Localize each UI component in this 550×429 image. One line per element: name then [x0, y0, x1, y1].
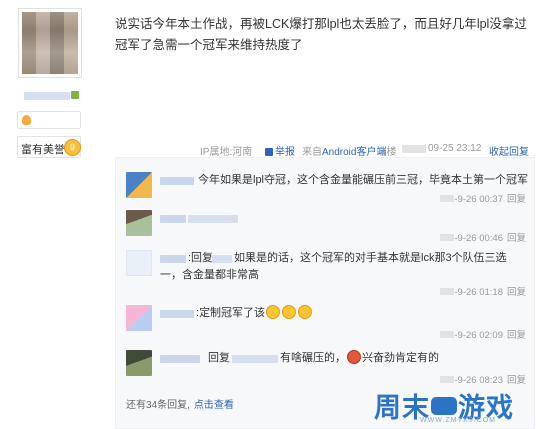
level-icon	[71, 91, 79, 99]
author-avatar[interactable]	[18, 8, 82, 78]
reply-year-redacted	[440, 195, 455, 202]
reply-button[interactable]: 回复	[507, 287, 526, 298]
fan-badge[interactable]	[17, 111, 81, 129]
reply-username[interactable]	[160, 255, 186, 263]
reply-time: -9-26 00:46	[454, 233, 503, 244]
author-column: 富有美誉 9	[0, 0, 100, 429]
watermark-url: WWW.ZMYX9.COM	[420, 417, 496, 424]
reply-username[interactable]	[160, 177, 194, 185]
reply-button[interactable]: 回复	[507, 330, 526, 341]
reply-button[interactable]: 回复	[507, 233, 526, 244]
post-content: 说实话今年本土作战，再被LCK爆打那lpl也太丢脸了，而且好几年lpl没拿过冠军…	[115, 17, 527, 52]
more-replies: 还有34条回复, 点击查看	[126, 396, 234, 411]
reply-item: :定制冠军了该 -9-26 02:09 回复	[126, 305, 526, 343]
reply-text: 有啥碾压的，	[280, 352, 346, 364]
reply-button[interactable]: 回复	[507, 194, 526, 205]
reply-button[interactable]: 回复	[507, 375, 526, 386]
reply-meta: -9-26 00:37 回复	[440, 191, 526, 205]
emoji-icon	[347, 350, 361, 364]
reply-username[interactable]	[160, 355, 200, 363]
reply-item: 回复 有啥碾压的， 兴奋劲肯定有的 -9-26 08:23 回复	[126, 350, 526, 390]
reply-avatar[interactable]	[126, 172, 152, 198]
reply-item: :回复 如果是的话，这个冠军的对手基本就是lck那3个队伍三选 一，含金量都非常…	[126, 250, 526, 298]
reply-text: 如果是的话，这个冠军的对手基本就是lck那3个队伍三选	[234, 252, 507, 264]
emoji-icon	[298, 305, 313, 319]
reply-text: 定制冠军了该	[199, 307, 266, 319]
emoji-icon	[266, 305, 281, 319]
reply-prefix: 回复	[208, 352, 230, 364]
report-icon	[265, 148, 273, 156]
post-year-redacted	[402, 145, 426, 153]
floor-number: 4楼	[381, 147, 397, 158]
site-watermark: 周末 游戏 WWW.ZMYX9.COM	[370, 386, 540, 426]
collapse-replies-button[interactable]: 收起回复	[489, 143, 529, 158]
reply-item: 今年如果是lpl夺冠，这个含金量能碾压前三冠，毕竟本土第一个冠军 -9-26 0…	[126, 172, 529, 210]
post-meta-bar: IP属地:河南 举报 来自Android客户端 4楼 09-25 23:12 收…	[200, 143, 540, 158]
more-replies-count: 还有34条回复,	[126, 400, 190, 411]
view-more-link[interactable]: 点击查看	[194, 400, 234, 411]
reply-target-redacted	[212, 255, 232, 263]
reply-avatar[interactable]	[126, 305, 152, 331]
reply-year-redacted	[440, 376, 455, 383]
honor-badge[interactable]: 富有美誉 9	[17, 136, 81, 158]
reply-avatar[interactable]	[126, 250, 152, 276]
honor-medal-icon: 9	[64, 139, 81, 156]
reply-prefix: :回复	[188, 252, 214, 264]
reply-text-line: 有啥碾压的， 兴奋劲肯定有的	[280, 350, 439, 367]
reply-time: -9-26 00:37	[454, 194, 503, 205]
reply-meta: -9-26 02:09 回复	[440, 327, 526, 341]
reply-meta: -9-26 00:46 回复	[440, 230, 526, 244]
reply-username[interactable]	[160, 310, 194, 318]
reply-text-continued: 兴奋劲肯定有的	[362, 352, 439, 364]
reply-time: -9-26 08:23	[454, 375, 503, 386]
reply-year-redacted	[440, 234, 455, 241]
reply-meta: -9-26 01:18 回复	[440, 284, 526, 298]
reply-username[interactable]	[160, 215, 186, 223]
reply-avatar[interactable]	[126, 350, 152, 376]
author-name[interactable]	[24, 92, 70, 100]
reply-avatar[interactable]	[126, 210, 152, 236]
reply-item: -9-26 00:46 回复	[126, 210, 526, 248]
post-source: 来自Android客户端	[302, 147, 387, 158]
reply-target-redacted	[232, 355, 278, 363]
reply-time: -9-26 02:09	[454, 330, 503, 341]
reply-year-redacted	[440, 288, 455, 295]
gamepad-icon	[431, 397, 457, 415]
post-time: 09-25 23:12	[428, 143, 482, 154]
honor-badge-label: 富有美誉	[21, 144, 65, 156]
reply-meta: -9-26 08:23 回复	[440, 372, 526, 386]
report-link[interactable]: 举报	[265, 143, 295, 158]
ip-location: IP属地:河南	[200, 147, 253, 158]
reply-text-continued: 一，含金量都非常高	[160, 269, 259, 281]
reply-time: -9-26 01:18	[454, 287, 503, 298]
reply-text-line: :定制冠军了该	[196, 305, 313, 322]
reply-year-redacted	[440, 331, 455, 338]
fan-badge-icon	[22, 115, 31, 125]
reply-text: 今年如果是lpl夺冠，这个含金量能碾压前三冠，毕竟本土第一个冠军	[198, 174, 529, 186]
reply-text-redacted	[188, 215, 238, 223]
author-avatar-image	[22, 12, 78, 74]
emoji-icon	[282, 305, 297, 319]
